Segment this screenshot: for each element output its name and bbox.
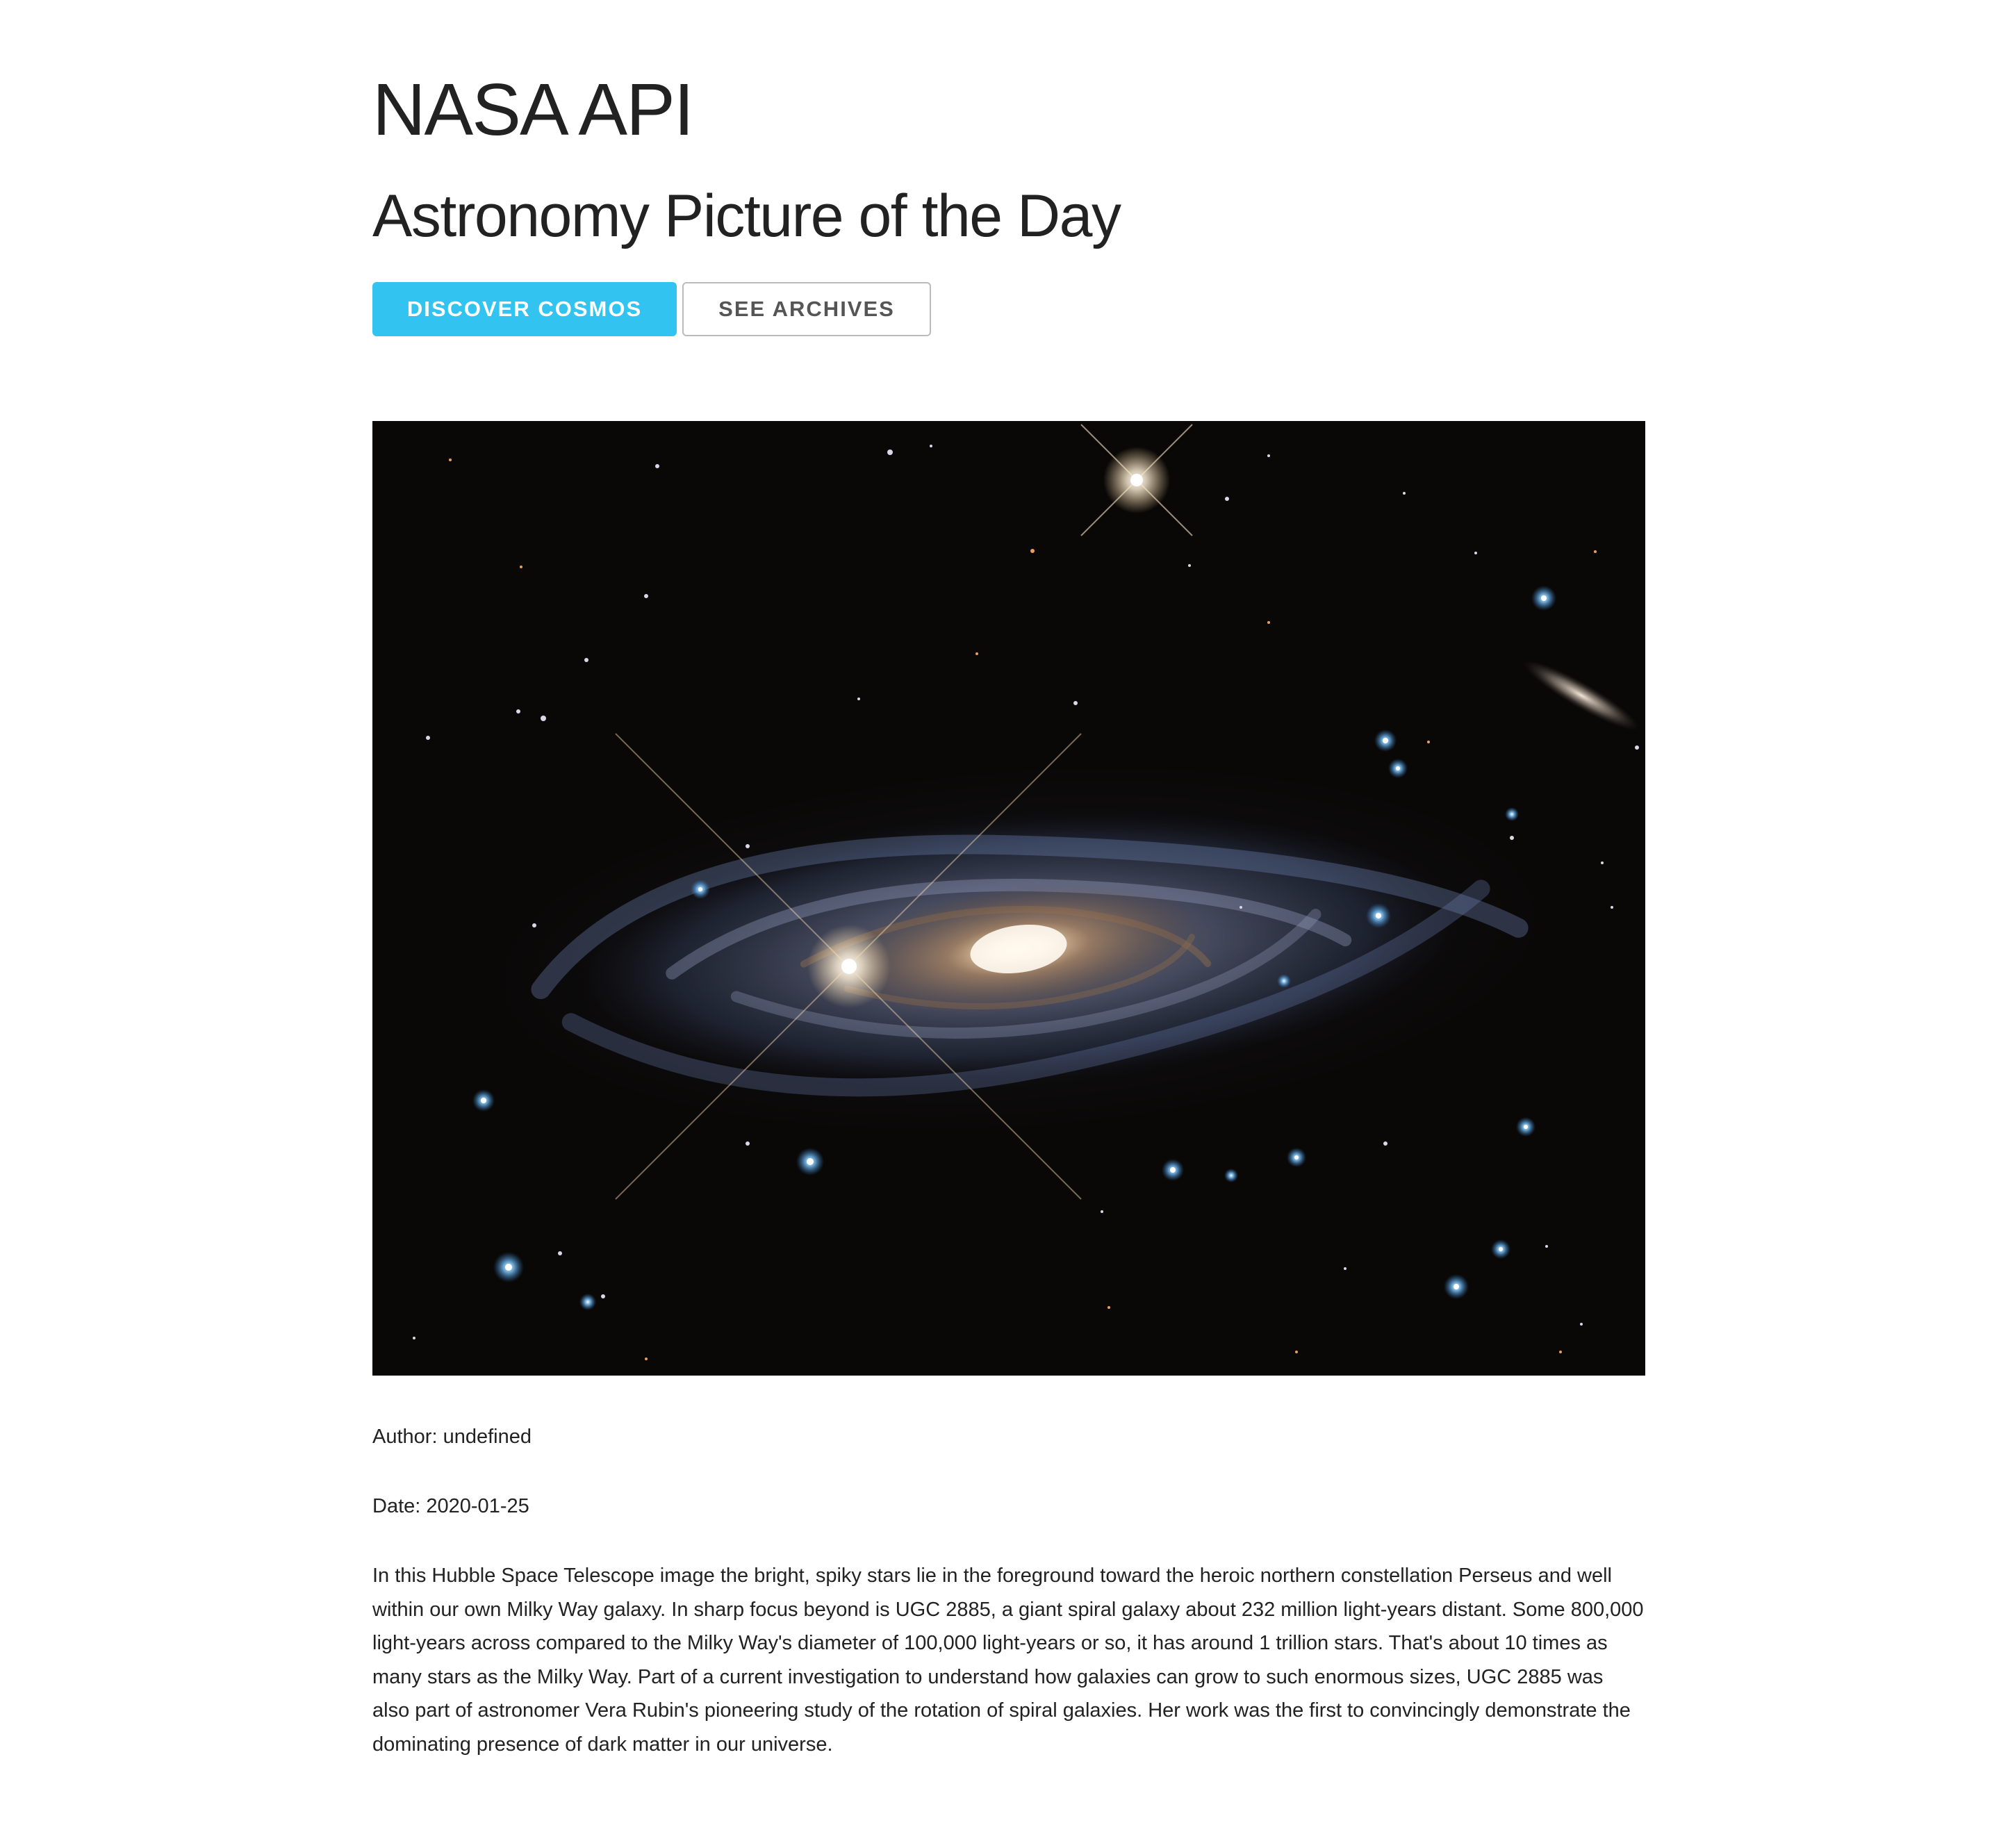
- action-buttons: DISCOVER COSMOS SEE ARCHIVES: [372, 282, 931, 336]
- author-line: Author: undefined: [372, 1423, 532, 1451]
- author-label: Author:: [372, 1426, 438, 1448]
- author-value: undefined: [443, 1426, 532, 1448]
- date-line: Date: 2020-01-25: [372, 1492, 529, 1521]
- date-value: 2020-01-25: [426, 1495, 529, 1517]
- page-subtitle: Astronomy Picture of the Day: [372, 183, 1121, 249]
- date-label: Date:: [372, 1495, 421, 1517]
- apod-image: [372, 421, 1645, 1376]
- site-title: NASA API: [372, 69, 694, 151]
- discover-cosmos-button[interactable]: DISCOVER COSMOS: [372, 282, 677, 336]
- explanation-text: In this Hubble Space Telescope image the…: [372, 1565, 1644, 1756]
- see-archives-button[interactable]: SEE ARCHIVES: [682, 282, 931, 336]
